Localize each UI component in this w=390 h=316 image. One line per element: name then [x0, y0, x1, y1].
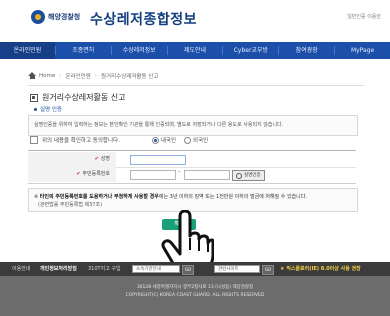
main-navigation: 온라인민원 조종면허 수상레저정보 제도안내 Cyber교부방 참여광장 MyP…	[0, 42, 390, 59]
warning-line-1: ※ 타인의 주민등록번호를 도용하거나 부정하게 사용할 경우에는 3년 이하의…	[34, 193, 307, 200]
agree-label: 위의 내용을 확인하고 동의합니다.	[42, 138, 120, 144]
nav-cyber-room[interactable]: Cyber교부방	[223, 42, 278, 59]
footer-address: 30128 세종특별자치시 정부2청사로 13 (나성동) 해양경찰청	[136, 285, 254, 290]
footer-bar: 이용안내 개인정보처리방침 310T지고 구입 소속기관안내 GO 관련사이트 …	[0, 262, 390, 276]
verify-button-label: 실명인증	[244, 173, 261, 178]
notice-box: 실명인증을 위하여 입력하는 정보는 본인확인 기관을 통해 인증되며, 별도로…	[28, 115, 358, 136]
section-tag: 실명 인증	[34, 105, 62, 113]
page-title-text: 원거리수상레저활동 신고	[42, 93, 126, 102]
section-tag-text: 실명 인증	[40, 107, 62, 113]
related-go-button[interactable]: GO	[262, 265, 274, 275]
nav-leisure-info[interactable]: 수상레저정보	[112, 42, 167, 59]
form-row-rrn: ✔ 주민등록번호 - 실명인증	[28, 167, 356, 182]
nav-license[interactable]: 조종면허	[56, 42, 111, 59]
breadcrumb-separator: ›	[59, 73, 62, 79]
breadcrumb-divider	[28, 85, 364, 86]
warning-rest-text: 에는 3년 이하의 징역 또는 1천만원 이하의 벌금에 처해질 수 있습니다.	[158, 194, 307, 200]
verify-icon	[236, 172, 242, 179]
nav-participation[interactable]: 참여광장	[279, 42, 334, 59]
rrn-label: ✔ 주민등록번호	[28, 167, 116, 182]
site-logo[interactable]: 해양경찰청	[31, 10, 80, 24]
notice-text: 실명인증을 위하여 입력하는 정보는 본인확인 기관을 통해 인증되며, 별도로…	[34, 122, 284, 128]
name-label: ✔ 성명	[28, 152, 116, 167]
footer-link-guide[interactable]: 이용안내	[12, 262, 30, 276]
required-mark-icon: ✔	[94, 156, 99, 162]
required-mark-icon: ✔	[76, 171, 81, 177]
breadcrumb-separator: ›	[94, 73, 97, 79]
site-header: 해양경찰청 수상레저종합정보 일반인증 이용안	[0, 0, 390, 42]
verify-button[interactable]: 실명인증	[232, 170, 265, 181]
nav-mypage[interactable]: MyPage	[335, 42, 390, 59]
document-icon	[30, 93, 38, 102]
nav-online-petition[interactable]: 온라인민원	[0, 42, 55, 59]
footer-copyright: COPYRIGHT(C) KOREA COAST GUARD. ALL RIGH…	[125, 293, 265, 298]
site-title[interactable]: 수상레저종합정보	[90, 9, 197, 29]
rrn-label-text: 주민등록번호	[82, 171, 110, 177]
breadcrumb-current: 원거리수상레저활동 신고	[100, 74, 159, 80]
footer-info: 30128 세종특별자치시 정부2청사로 13 (나성동) 해양경찰청 COPY…	[0, 276, 390, 316]
verification-form: ✔ 성명 ✔ 주민등록번호 - 실명인증	[28, 150, 356, 184]
nationality-radio-group: 내국인 외국인	[151, 136, 216, 144]
coast-guard-emblem-icon	[31, 10, 45, 24]
rrn-back-input[interactable]	[184, 170, 230, 180]
radio-domestic[interactable]	[151, 136, 159, 144]
bullet-icon	[34, 107, 37, 111]
agree-checkbox[interactable]	[30, 136, 38, 144]
warning-box: ※ 타인의 주민등록번호를 도용하거나 부정하게 사용할 경우에는 3년 이하의…	[28, 188, 358, 212]
breadcrumb-online-petition[interactable]: 온라인민원	[65, 72, 90, 80]
rrn-front-input[interactable]	[130, 170, 176, 180]
warning-bold-text: 타인의 주민등록번호를 도용하거나 부정하게 사용할 경우	[39, 194, 159, 200]
breadcrumb-home[interactable]: Home	[39, 73, 55, 79]
name-label-text: 성명	[100, 156, 110, 162]
util-links[interactable]: 일반인증 이용안	[347, 13, 381, 20]
radio-foreign[interactable]	[184, 136, 192, 144]
radio-foreign-label: 외국인	[193, 138, 209, 144]
radio-domestic-label: 내국인	[160, 138, 177, 144]
form-row-name: ✔ 성명	[28, 152, 356, 168]
warning-line-2: (관련법률 주민등록법 제37조)	[38, 202, 103, 208]
org-select[interactable]: 소속기관안내	[132, 265, 180, 273]
footer-link-privacy[interactable]: 개인정보처리방침	[40, 262, 77, 276]
rrn-dash: -	[178, 168, 181, 175]
page-title: 원거리수상레저활동 신고	[30, 92, 126, 103]
org-go-button[interactable]: GO	[182, 265, 194, 275]
name-input[interactable]	[130, 155, 186, 165]
logo-text: 해양경찰청	[48, 13, 81, 21]
footer-browser-notice: ★ 익스플로러(IE) 8.0이상 사용 권장	[280, 266, 361, 272]
home-icon[interactable]	[28, 72, 36, 80]
footer-link-purchase[interactable]: 310T지고 구입	[88, 262, 121, 276]
agree-row: 위의 내용을 확인하고 동의합니다. 내국인 외국인	[30, 136, 216, 144]
related-site-select[interactable]: 관련사이트	[214, 265, 260, 273]
nav-system-guide[interactable]: 제도안내	[168, 42, 223, 59]
breadcrumb: Home › 온라인민원 › 원거리수상레저활동 신고	[28, 72, 158, 80]
